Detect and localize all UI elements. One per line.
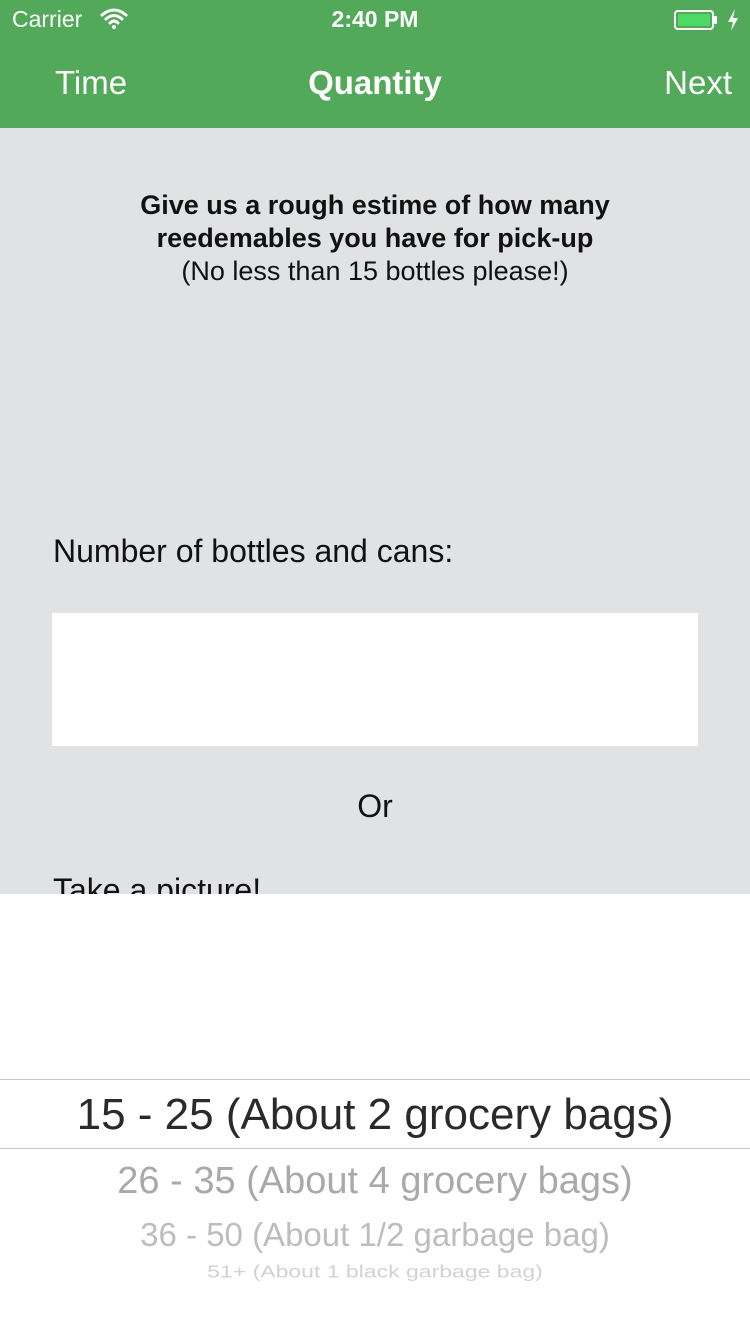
picker-option-selected[interactable]: 15 - 25 (About 2 grocery bags) [0,1090,750,1140]
intro-line-2: reedemables you have for pick-up [156,223,594,253]
battery-icon [674,10,717,30]
picker-selection-line-bottom [0,1148,750,1149]
quantity-picker[interactable]: 15 - 25 (About 2 grocery bags) 26 - 35 (… [0,894,750,1334]
bottle-count-label: Number of bottles and cans: [53,533,454,569]
next-button[interactable]: Next [664,64,732,102]
picker-selection-line-top [0,1079,750,1080]
picker-option[interactable]: 51+ (About 1 black garbage bag) [0,1261,750,1282]
status-time: 2:40 PM [331,6,419,32]
or-divider-text: Or [357,788,393,824]
intro-text: Give us a rough estime of how many reede… [60,189,690,288]
intro-line-1: Give us a rough estime of how many [140,190,610,220]
status-bar: Carrier 2:40 PM [0,0,750,40]
charging-bolt-icon [728,9,738,31]
intro-note: (No less than 15 bottles please!) [181,256,569,286]
nav-bar: Carrier 2:40 PM Time Quantity Next [0,0,750,128]
bottle-count-input[interactable] [52,613,698,746]
back-button[interactable]: Time [55,64,127,102]
picker-option[interactable]: 26 - 35 (About 4 grocery bags) [0,1160,750,1203]
picker-option[interactable]: 36 - 50 (About 1/2 garbage bag) [0,1216,750,1254]
